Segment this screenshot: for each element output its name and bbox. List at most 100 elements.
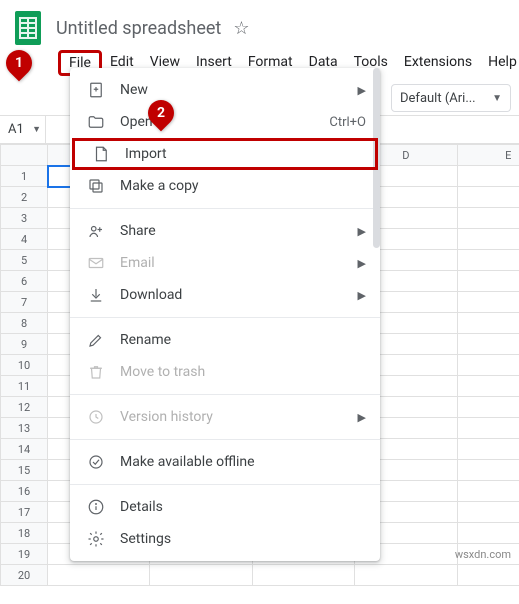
separator bbox=[70, 208, 380, 209]
cell[interactable] bbox=[457, 187, 519, 208]
row-header[interactable]: 17 bbox=[1, 502, 48, 523]
row-header[interactable]: 11 bbox=[1, 376, 48, 397]
cell[interactable] bbox=[457, 355, 519, 376]
share-icon bbox=[86, 221, 106, 241]
col-header[interactable]: E bbox=[457, 145, 519, 166]
menu-help[interactable]: Help bbox=[480, 50, 519, 76]
sheets-logo[interactable] bbox=[8, 8, 48, 48]
menu-item-label: Settings bbox=[120, 531, 171, 547]
menu-item-label: Email bbox=[120, 255, 155, 271]
select-all-corner[interactable] bbox=[1, 145, 48, 166]
menu-item-details[interactable]: Details bbox=[70, 491, 380, 523]
chevron-right-icon: ▶ bbox=[358, 225, 366, 238]
name-box[interactable]: A1 ▼ bbox=[0, 116, 46, 143]
caret-down-icon: ▼ bbox=[32, 124, 41, 135]
menu-item-download[interactable]: Download ▶ bbox=[70, 279, 380, 311]
menu-item-settings[interactable]: Settings bbox=[70, 523, 380, 555]
font-selector-label: Default (Ari... bbox=[400, 91, 476, 106]
menu-item-label: Make a copy bbox=[120, 178, 199, 194]
menu-item-email: Email ▶ bbox=[70, 247, 380, 279]
menu-item-offline[interactable]: Make available offline bbox=[70, 446, 380, 478]
row-header[interactable]: 5 bbox=[1, 250, 48, 271]
cell[interactable] bbox=[457, 481, 519, 502]
chevron-right-icon: ▶ bbox=[358, 411, 366, 424]
name-box-value: A1 bbox=[8, 122, 24, 137]
cell[interactable] bbox=[457, 271, 519, 292]
row-header[interactable]: 14 bbox=[1, 439, 48, 460]
row-header[interactable]: 3 bbox=[1, 208, 48, 229]
watermark: wsxdn.com bbox=[455, 548, 511, 561]
email-icon bbox=[86, 253, 106, 273]
cell[interactable] bbox=[457, 334, 519, 355]
new-icon bbox=[86, 80, 106, 100]
row-header[interactable]: 16 bbox=[1, 481, 48, 502]
menu-item-label: Import bbox=[125, 146, 167, 162]
menu-item-label: Move to trash bbox=[120, 364, 205, 380]
row-header[interactable]: 1 bbox=[1, 166, 48, 187]
offline-icon bbox=[86, 452, 106, 472]
menu-item-label: Share bbox=[120, 223, 156, 239]
menu-item-trash: Move to trash bbox=[70, 356, 380, 388]
row-header[interactable]: 2 bbox=[1, 187, 48, 208]
row-header[interactable]: 18 bbox=[1, 523, 48, 544]
separator bbox=[70, 394, 380, 395]
history-icon bbox=[86, 407, 106, 427]
cell[interactable] bbox=[150, 565, 252, 586]
cell[interactable] bbox=[457, 313, 519, 334]
menu-item-rename[interactable]: Rename bbox=[70, 324, 380, 356]
cell[interactable] bbox=[457, 208, 519, 229]
font-selector[interactable]: Default (Ari... ▼ bbox=[391, 84, 511, 112]
caret-down-icon: ▼ bbox=[492, 93, 502, 104]
cell[interactable] bbox=[457, 565, 519, 586]
info-icon bbox=[86, 497, 106, 517]
separator bbox=[70, 484, 380, 485]
cell[interactable] bbox=[457, 439, 519, 460]
menu-item-version-history: Version history ▶ bbox=[70, 401, 380, 433]
chevron-right-icon: ▶ bbox=[358, 257, 366, 270]
menu-item-new[interactable]: New ▶ bbox=[70, 74, 380, 106]
copy-icon bbox=[86, 176, 106, 196]
menu-item-label: New bbox=[120, 82, 148, 98]
row-header[interactable]: 8 bbox=[1, 313, 48, 334]
document-title[interactable]: Untitled spreadsheet bbox=[56, 18, 221, 39]
cell[interactable] bbox=[457, 376, 519, 397]
cell[interactable] bbox=[457, 502, 519, 523]
row-header[interactable]: 9 bbox=[1, 334, 48, 355]
cell[interactable] bbox=[457, 523, 519, 544]
cell[interactable] bbox=[457, 229, 519, 250]
chevron-right-icon: ▶ bbox=[358, 84, 366, 97]
cell[interactable] bbox=[457, 418, 519, 439]
cell[interactable] bbox=[457, 166, 519, 187]
cell[interactable] bbox=[457, 292, 519, 313]
row-header[interactable]: 10 bbox=[1, 355, 48, 376]
row-header[interactable]: 12 bbox=[1, 397, 48, 418]
separator bbox=[70, 317, 380, 318]
trash-icon bbox=[86, 362, 106, 382]
menu-item-open[interactable]: Open Ctrl+O bbox=[70, 106, 380, 138]
download-icon bbox=[86, 285, 106, 305]
shortcut-label: Ctrl+O bbox=[329, 115, 366, 130]
row-header[interactable]: 13 bbox=[1, 418, 48, 439]
cell[interactable] bbox=[457, 250, 519, 271]
menu-item-share[interactable]: Share ▶ bbox=[70, 215, 380, 247]
file-icon bbox=[91, 144, 111, 164]
row-header[interactable]: 15 bbox=[1, 460, 48, 481]
row-header[interactable]: 20 bbox=[1, 565, 48, 586]
cell[interactable] bbox=[252, 565, 354, 586]
row-header[interactable]: 4 bbox=[1, 229, 48, 250]
cell[interactable] bbox=[355, 565, 457, 586]
menu-item-import[interactable]: Import bbox=[72, 138, 378, 170]
menu-item-label: Version history bbox=[120, 409, 213, 425]
menu-item-label: Make available offline bbox=[120, 454, 255, 470]
menu-item-make-copy[interactable]: Make a copy bbox=[70, 170, 380, 202]
menu-extensions[interactable]: Extensions bbox=[396, 50, 480, 76]
row-header[interactable]: 7 bbox=[1, 292, 48, 313]
chevron-right-icon: ▶ bbox=[358, 289, 366, 302]
star-icon[interactable]: ☆ bbox=[233, 18, 249, 39]
row-header[interactable]: 19 bbox=[1, 544, 48, 565]
cell[interactable] bbox=[457, 460, 519, 481]
cell[interactable] bbox=[48, 565, 150, 586]
row-header[interactable]: 6 bbox=[1, 271, 48, 292]
cell[interactable] bbox=[457, 397, 519, 418]
menu-item-label: Details bbox=[120, 499, 163, 515]
